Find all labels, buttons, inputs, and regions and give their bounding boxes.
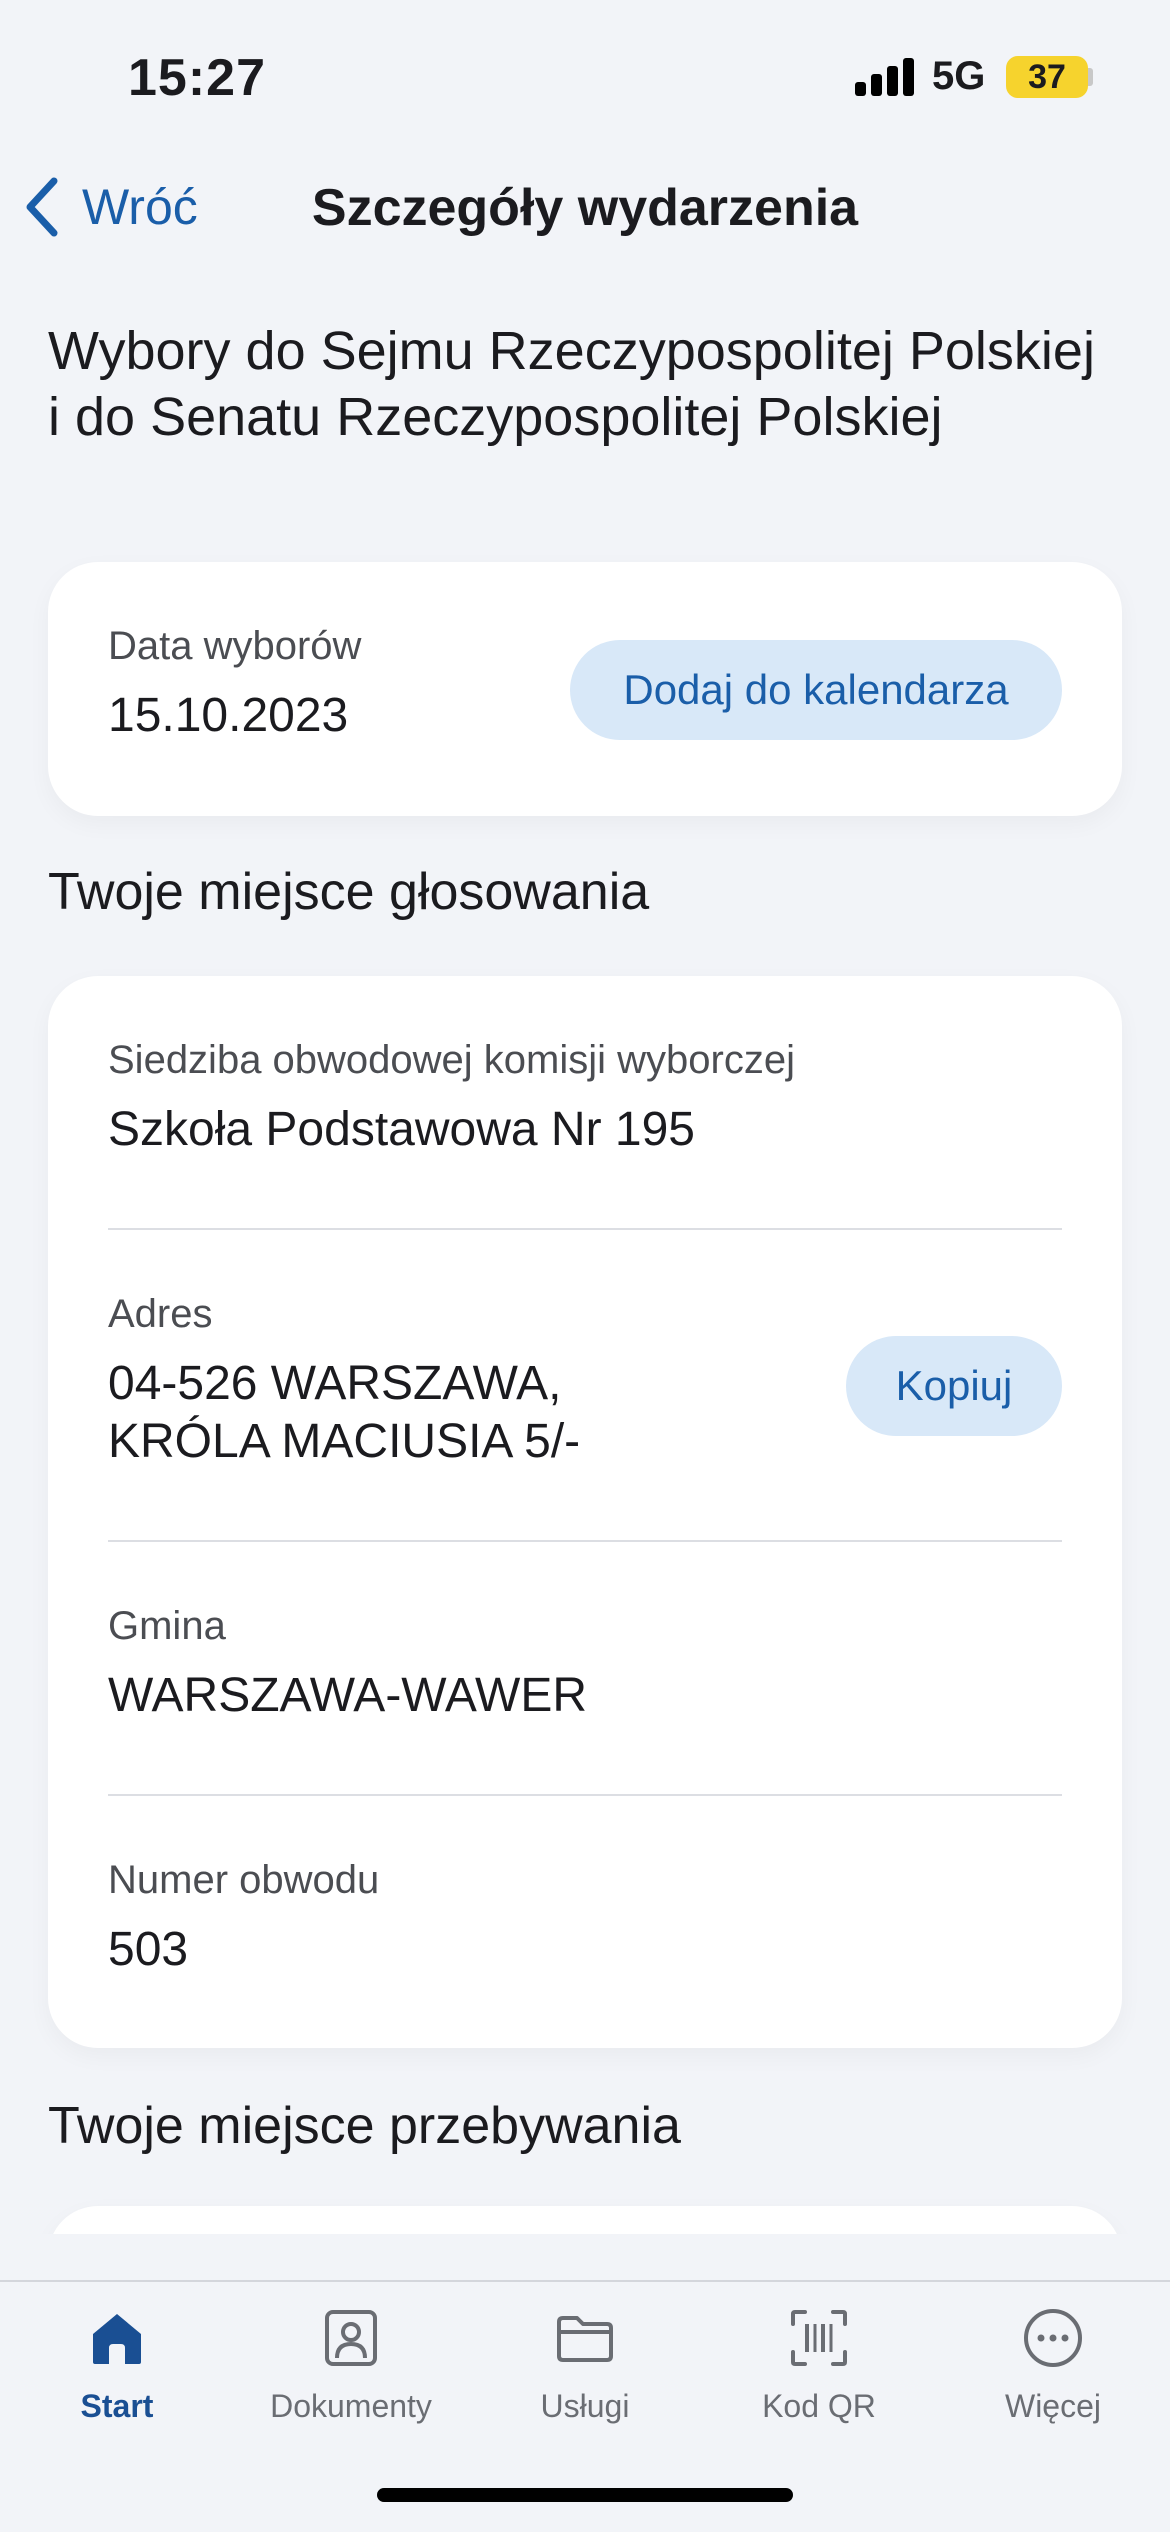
tab-uslugi[interactable]: Usługi <box>468 2306 702 2425</box>
signal-icon <box>855 58 915 96</box>
add-to-calendar-button[interactable]: Dodaj do kalendarza <box>570 640 1062 740</box>
tab-label: Dokumenty <box>270 2388 432 2424</box>
election-date-value: 15.10.2023 <box>108 689 349 742</box>
copy-address-button[interactable]: Kopiuj <box>846 1336 1062 1436</box>
tab-kod-qr[interactable]: Kod QR <box>702 2306 936 2425</box>
address-label: Adres <box>108 1292 213 1336</box>
election-date-card: Data wyborów 15.10.2023 Dodaj do kalenda… <box>48 562 1122 816</box>
tab-wiecej[interactable]: Więcej <box>936 2306 1170 2425</box>
tab-label: Start <box>80 2388 154 2424</box>
event-title: Wybory do Sejmu Rzeczypospolitej Polskie… <box>48 321 1095 447</box>
district-row: Numer obwodu 503 <box>108 1858 1062 1979</box>
status-time: 15:27 <box>128 49 266 107</box>
divider <box>108 1794 1062 1796</box>
folder-icon <box>557 2316 613 2362</box>
more-icon <box>1024 2309 1082 2367</box>
id-card-icon <box>325 2310 377 2366</box>
home-icon <box>93 2314 141 2364</box>
tab-start[interactable]: Start <box>0 2306 234 2425</box>
tab-label: Kod QR <box>762 2388 876 2424</box>
tab-dokumenty[interactable]: Dokumenty <box>234 2306 468 2425</box>
seat-label: Siedziba obwodowej komisji wyborczej <box>108 1038 795 1082</box>
stay-place-title: Twoje miejsce przebywania <box>48 2097 681 2155</box>
seat-row: Siedziba obwodowej komisji wyborczej Szk… <box>108 1038 1062 1159</box>
tab-label: Więcej <box>1004 2388 1101 2424</box>
nav-header: Wróć Szczegóły wydarzenia <box>0 160 1170 260</box>
seat-value: Szkoła Podstawowa Nr 195 <box>108 1103 695 1156</box>
election-date-label: Data wyborów <box>108 624 362 668</box>
page-title: Szczegóły wydarzenia <box>311 179 859 237</box>
voting-place-title: Twoje miejsce głosowania <box>48 863 650 921</box>
battery-tip <box>1088 68 1093 86</box>
divider <box>108 1540 1062 1542</box>
district-value: 503 <box>108 1923 189 1976</box>
divider <box>108 1228 1062 1230</box>
municipality-row: Gmina WARSZAWA-WAWER <box>108 1604 1062 1725</box>
status-bar: 15:27 5G 37 <box>0 0 1170 150</box>
voting-place-card: Siedziba obwodowej komisji wyborczej Szk… <box>48 976 1122 2048</box>
scroll-mask <box>0 2234 1170 2280</box>
battery-icon: 37 <box>1006 56 1088 98</box>
tab-label: Usługi <box>540 2388 630 2424</box>
home-indicator <box>377 2488 793 2502</box>
qr-scan-icon <box>791 2310 847 2366</box>
district-label: Numer obwodu <box>108 1858 380 1902</box>
municipality-value: WARSZAWA-WAWER <box>108 1669 588 1722</box>
municipality-label: Gmina <box>108 1604 226 1648</box>
network-type: 5G <box>932 54 986 98</box>
